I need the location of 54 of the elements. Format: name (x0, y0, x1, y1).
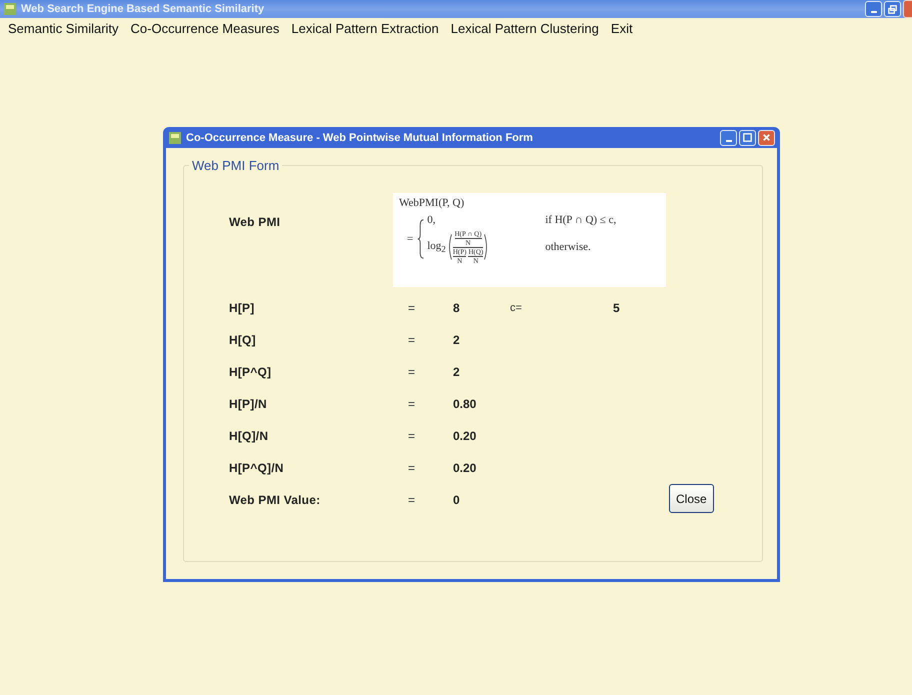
maximize-icon (742, 132, 753, 143)
field-label: H[P]/N (229, 397, 268, 411)
field-label: H[Q] (229, 333, 257, 347)
equals-sign: = (408, 333, 416, 347)
equals-sign: = (408, 429, 416, 443)
field-label: H[P] (229, 301, 256, 315)
formula-text: 0, (427, 214, 436, 226)
restore-button[interactable] (884, 1, 901, 17)
field-value: 0 (453, 493, 461, 507)
restore-icon (887, 4, 898, 14)
formula-text: log$_{2}$ (427, 240, 446, 254)
formula-text: WebPMI(P, Q) (399, 197, 466, 209)
field-label: Web PMI Value: (229, 493, 322, 507)
minimize-icon (726, 140, 732, 142)
window-icon (3, 2, 17, 16)
menu-item[interactable]: Semantic Similarity (2, 20, 125, 36)
menu-item[interactable]: Exit (604, 20, 639, 36)
equals-sign: = (408, 365, 416, 379)
minimize-icon (870, 11, 876, 13)
window-title: Web Search Engine Based Semantic Similarity (21, 3, 264, 15)
close-icon (761, 132, 772, 143)
close-button[interactable] (903, 0, 912, 18)
menu-item[interactable]: Lexical Pattern Clustering (444, 20, 605, 36)
field-value: 0.20 (453, 461, 478, 475)
field-value: 0.80 (453, 397, 478, 411)
minimize-button[interactable] (865, 1, 882, 17)
formula-text: = (407, 233, 414, 245)
formula-text: if H(P ∩ Q) ≤ c, (545, 214, 616, 226)
field-value: 0.20 (453, 429, 478, 443)
menu-item[interactable]: Co-Occurrence Measures (124, 20, 286, 36)
formula-text: otherwise. (545, 241, 592, 253)
maximize-button[interactable] (739, 130, 756, 146)
field-label: H[Q]/N (229, 429, 270, 443)
field-label: c= (510, 302, 523, 314)
field-value: 8 (453, 301, 461, 315)
close-button[interactable] (758, 130, 775, 146)
close-button[interactable]: Close (669, 484, 714, 513)
minimize-button[interactable] (720, 130, 737, 146)
field-label: Web PMI (229, 215, 282, 229)
dialog-title: Co-Occurrence Measure - Web Pointwise Mutual Information Form (186, 132, 533, 144)
parenthesis-icon (484, 234, 490, 260)
equals-sign: = (408, 397, 416, 411)
equals-sign: = (408, 493, 416, 507)
field-value: 2 (453, 333, 461, 347)
group-title: Web PMI Form (191, 158, 280, 173)
parenthesis-icon (446, 234, 452, 260)
equals-sign: = (408, 461, 416, 475)
field-value: 5 (613, 301, 620, 315)
field-label: H[P^Q] (229, 365, 272, 379)
field-value: 2 (453, 365, 461, 379)
window-icon (168, 130, 182, 144)
equals-sign: = (408, 301, 416, 315)
field-label: H[P^Q]/N (229, 461, 285, 475)
menu-item[interactable]: Lexical Pattern Extraction (285, 20, 445, 36)
